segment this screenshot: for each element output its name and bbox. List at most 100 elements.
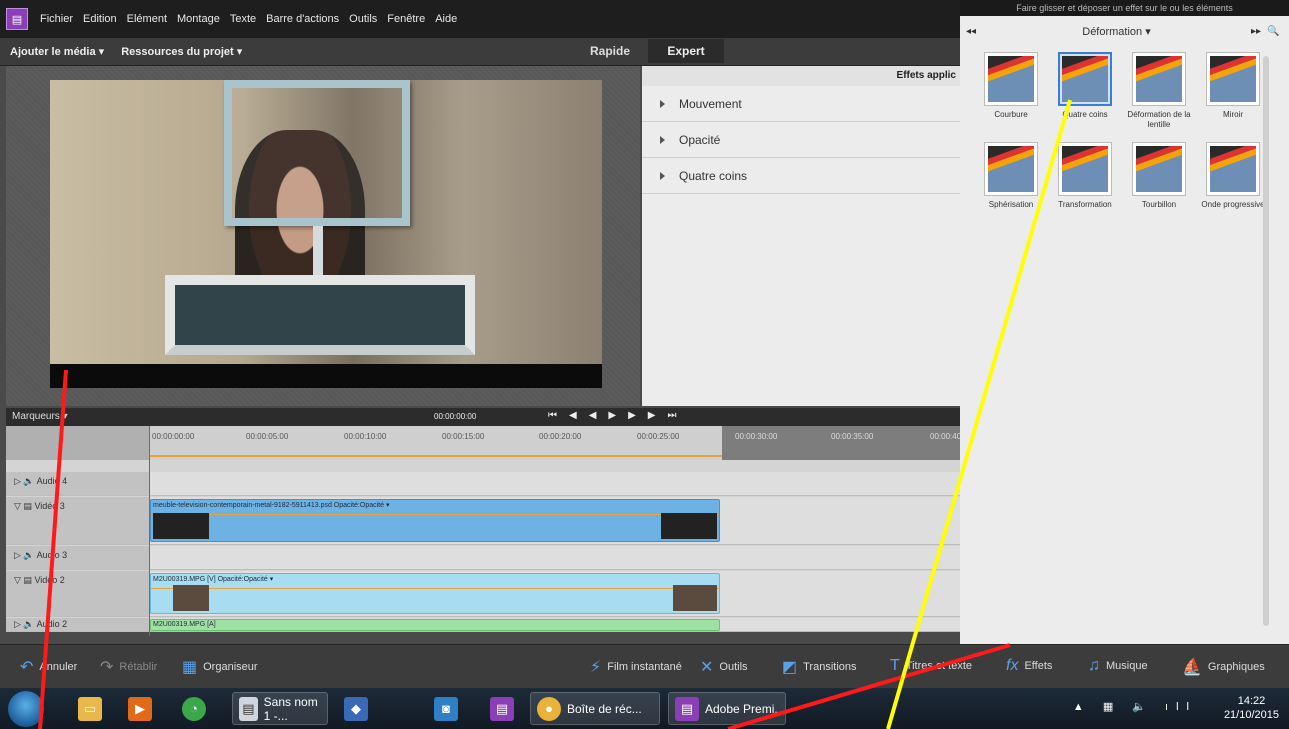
instant-movie-button[interactable]: ⚡ Film instantané: [590, 657, 682, 677]
undo-button[interactable]: ↶ Annuler: [20, 657, 77, 677]
effect-spherisation[interactable]: Sphérisation: [974, 142, 1048, 210]
graphics-icon: ⛵: [1182, 659, 1202, 676]
undo-icon: ↶: [20, 659, 34, 676]
menu-item-texte[interactable]: Texte: [230, 13, 256, 25]
titles-icon: T: [890, 657, 900, 674]
explorer-taskbar-icon[interactable]: ▭: [72, 692, 108, 725]
ruler-tick: 00:00:10:00: [344, 432, 387, 441]
speaker-icon[interactable]: ▷ 🔈: [14, 619, 37, 629]
menu-item-fichier[interactable]: Fichier: [40, 13, 73, 25]
add-media-button[interactable]: Ajouter le média ▾: [10, 46, 104, 58]
effects-category-dropdown[interactable]: Déformation ▾: [982, 25, 1251, 38]
playback-controls[interactable]: ⏮◀◀▶▶▶⏭: [548, 410, 688, 421]
search-icon[interactable]: 🔍: [1267, 26, 1283, 37]
clip-m2u00319-audio[interactable]: M2U00319.MPG [A]: [150, 619, 720, 631]
effect-label: Courbure: [994, 110, 1028, 119]
track-label: Audio 2: [36, 619, 68, 629]
effects-scrollbar[interactable]: [1263, 56, 1269, 626]
menu-item-outils[interactable]: Outils: [349, 13, 377, 25]
redo-button[interactable]: ↷ Rétablir: [100, 657, 157, 677]
tools-button[interactable]: ✕ Outils: [700, 657, 748, 677]
premiere-elements-window: ▤ Fichier Edition Elément Montage Texte …: [0, 0, 1289, 688]
applied-effect-quatre-coins[interactable]: Quatre coins: [642, 158, 960, 194]
taskbar-window-chrome[interactable]: ● Boîte de réc...: [530, 692, 660, 725]
clip-label: M2U00319.MPG [A]: [153, 621, 216, 628]
effects-category-nav: ◂◂ Déformation ▾ ▸▸ 🔍: [960, 16, 1289, 46]
photos-taskbar-icon[interactable]: ◔: [176, 692, 212, 725]
prev-category-icon[interactable]: ◂◂: [966, 26, 982, 37]
organizer-button[interactable]: ▦ Organiseur: [182, 657, 258, 677]
taskbar-window-label: Boîte de réc...: [567, 701, 642, 716]
menu-item-element[interactable]: Elément: [127, 13, 167, 25]
transitions-button[interactable]: ◩ Transitions: [782, 657, 857, 677]
clock[interactable]: 14:22 21/10/2015: [1224, 694, 1279, 722]
tools-label: Outils: [719, 661, 748, 673]
video-preview[interactable]: [50, 80, 602, 388]
next-category-icon[interactable]: ▸▸: [1251, 26, 1267, 37]
menu-item-edition[interactable]: Edition: [83, 13, 117, 25]
book-taskbar-icon[interactable]: ◆: [338, 692, 374, 725]
effects-button[interactable]: fx Effets: [1006, 657, 1052, 675]
clock-time: 14:22: [1237, 695, 1266, 707]
clip-meuble-television[interactable]: meuble-television-contemporain-metal-918…: [150, 499, 720, 542]
expand-arrow-icon[interactable]: [660, 171, 665, 180]
taskbar-window-premiere[interactable]: ▤ Adobe Premi...: [668, 692, 786, 725]
applied-effect-mouvement[interactable]: Mouvement: [642, 86, 960, 122]
graphics-button[interactable]: ⛵ Graphiques: [1182, 657, 1265, 677]
system-tray-icons[interactable]: ▲ ▦ 🔈 ıll: [1073, 700, 1197, 713]
track-label: Vidéo 2: [34, 575, 65, 585]
taskbar-window-label: Sans nom 1 -...: [263, 694, 318, 723]
effect-courbure[interactable]: Courbure: [974, 52, 1048, 120]
track-label: Audio 3: [36, 550, 68, 560]
app-taskbar-icon[interactable]: ◙: [428, 692, 464, 725]
effect-label: Déformation de la lentille: [1127, 110, 1191, 129]
effect-transformation[interactable]: Transformation: [1048, 142, 1122, 210]
project-toolbar: Ajouter le média ▾ Ressources du projet …: [0, 38, 960, 66]
playhead[interactable]: [149, 426, 150, 636]
quick-mode-tab[interactable]: Rapide: [590, 44, 630, 58]
taskbar-window-sans-nom[interactable]: ▤ Sans nom 1 -...: [232, 692, 328, 725]
expert-mode-tab[interactable]: Expert: [648, 39, 724, 63]
effect-onde-progressive[interactable]: Onde progressive: [1196, 142, 1270, 210]
organizer-icon: ▦: [182, 659, 198, 676]
music-button[interactable]: ♫ Musique: [1088, 657, 1148, 675]
applied-effects-panel: Effets applic Mouvement Opacité Quatre c…: [642, 66, 960, 406]
effect-tourbillon[interactable]: Tourbillon: [1122, 142, 1196, 210]
speaker-icon[interactable]: ▷ 🔈: [14, 550, 37, 560]
clip-m2u00319-video[interactable]: M2U00319.MPG [V] Opacité:Opacité ▾: [150, 573, 720, 614]
markers-dropdown[interactable]: Marqueurs ▾: [12, 411, 68, 422]
monitor-panel: [6, 66, 640, 406]
effect-miroir[interactable]: Miroir: [1196, 52, 1270, 120]
track-label: Vidéo 3: [34, 501, 65, 511]
taskbar-window-label: Adobe Premi...: [705, 701, 785, 716]
expand-arrow-icon[interactable]: [660, 135, 665, 144]
speaker-icon[interactable]: ▷ 🔈: [14, 476, 37, 486]
transitions-label: Transitions: [803, 661, 857, 673]
project-assets-button[interactable]: Ressources du projet ▾: [121, 46, 242, 58]
premiere-organizer-taskbar-icon[interactable]: ▤: [484, 692, 520, 725]
film-icon[interactable]: ▽ ▤: [14, 575, 34, 585]
start-button[interactable]: [8, 691, 44, 727]
effect-quatre-coins[interactable]: Quatre coins: [1048, 52, 1122, 120]
clip-label: meuble-television-contemporain-metal-918…: [153, 502, 390, 509]
applied-effect-opacite[interactable]: Opacité: [642, 122, 960, 158]
applied-effects-header: Effets applic: [642, 66, 960, 86]
graphics-label: Graphiques: [1207, 661, 1265, 673]
ruler-tick: 00:00:35:00: [831, 432, 874, 441]
action-bar: ↶ Annuler ↷ Rétablir ▦ Organiseur ⚡ Film…: [0, 644, 1289, 688]
media-player-taskbar-icon[interactable]: ▶: [122, 692, 158, 725]
timeline-header: Marqueurs ▾ 00:00:00:00 ⏮◀◀▶▶▶⏭: [6, 408, 960, 426]
expand-arrow-icon[interactable]: [660, 99, 665, 108]
redo-icon: ↷: [100, 659, 114, 676]
organizer-label: Organiseur: [203, 661, 258, 673]
titles-button[interactable]: T Titres et texte: [890, 657, 972, 675]
effect-deformation-lentille[interactable]: Déformation de la lentille: [1122, 52, 1196, 130]
menu-item-aide[interactable]: Aide: [435, 13, 457, 25]
menu-item-barre-actions[interactable]: Barre d'actions: [266, 13, 339, 25]
app-icon[interactable]: ▤: [6, 8, 28, 30]
ruler-tick: 00:00:30:00: [735, 432, 778, 441]
menu-item-fenetre[interactable]: Fenêtre: [387, 13, 425, 25]
track-label: Audio 4: [36, 476, 68, 486]
menu-item-montage[interactable]: Montage: [177, 13, 220, 25]
film-icon[interactable]: ▽ ▤: [14, 501, 34, 511]
